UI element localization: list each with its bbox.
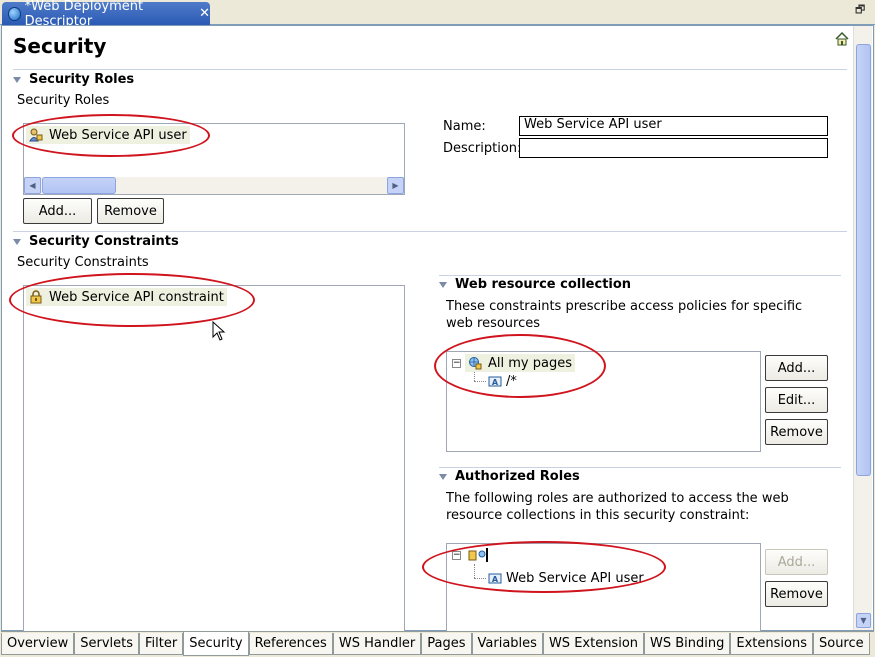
name-field[interactable]: Web Service API user [519,116,828,136]
close-icon[interactable]: ✕ [199,6,210,21]
tree-connector [474,564,475,578]
horizontal-scroll-thumb[interactable] [42,177,116,194]
name-label: Name: [443,119,486,134]
scroll-left-icon[interactable]: ◀ [24,177,41,194]
security-role-label: Web Service API user [49,127,187,143]
url-pattern-label: /* [506,373,517,389]
section-divider [13,69,847,70]
auth-constraint-icon [468,548,488,562]
home-icon[interactable] [834,31,850,47]
web-resource-remove-button[interactable]: Remove [765,419,828,445]
tab-pages[interactable]: Pages [421,633,472,655]
lock-icon [30,290,42,304]
tree-connector [474,372,475,381]
tab-ws-binding[interactable]: WS Binding [644,633,731,655]
web-resource-add-button[interactable]: Add... [765,355,828,381]
tab-security[interactable]: Security [183,632,249,656]
roles-remove-button[interactable]: Remove [97,198,164,224]
collapse-node-icon[interactable]: − [452,551,461,560]
security-roles-sublabel: Security Roles [17,93,110,108]
globe-icon [8,6,21,21]
vertical-scrollbar[interactable]: ▼ [853,26,872,630]
authorized-roles-description: The following roles are authorized to ac… [446,491,789,523]
security-constraints-section-header[interactable]: Security Constraints [13,234,179,249]
collapse-twisty-icon[interactable] [439,281,447,288]
section-divider [439,275,841,276]
tab-source[interactable]: Source [812,633,870,655]
authorized-roles-tree[interactable]: − A Web Service API user [446,543,761,631]
editor-tab[interactable]: *Web Deployment Descriptor ✕ [2,0,210,29]
url-pattern-icon: A [488,376,502,387]
restore-icon[interactable]: 🗗 [855,4,867,16]
web-resource-tree[interactable]: − All my pages A /* [446,351,761,452]
page-tab-bar: Overview Servlets Filter Security Refere… [1,631,874,657]
tab-ws-handler[interactable]: WS Handler [332,633,422,655]
mouse-cursor-icon [212,321,226,341]
collapse-node-icon[interactable]: − [452,359,461,368]
svg-text:A: A [492,378,499,387]
tab-ws-extension[interactable]: WS Extension [542,633,645,655]
security-constraint-label: Web Service API constraint [49,289,224,305]
list-item[interactable]: Web Service API user [26,126,190,144]
scroll-down-icon[interactable]: ▼ [856,613,871,628]
tab-references[interactable]: References [248,633,333,655]
collapse-twisty-icon[interactable] [13,76,21,83]
authorized-role-label: Web Service API user [506,570,644,586]
authorized-roles-add-button[interactable]: Add... [765,549,828,575]
web-collection-label: All my pages [488,355,572,371]
tree-item-role[interactable]: A Web Service API user [485,569,647,587]
editor-tab-strip: *Web Deployment Descriptor ✕ 🗗 [0,0,875,29]
tab-extensions[interactable]: Extensions [730,633,813,655]
security-constraints-sublabel: Security Constraints [17,255,149,270]
section-divider [13,231,847,232]
tab-servlets[interactable]: Servlets [74,633,139,655]
tree-item-auth-constraint[interactable] [465,546,497,564]
section-divider [439,467,841,468]
authorized-roles-remove-button[interactable]: Remove [765,581,828,607]
editor-body: Security ▼ Security Roles Security Roles… [1,25,874,631]
web-resource-edit-button[interactable]: Edit... [765,387,828,413]
tree-item-url-pattern[interactable]: A /* [485,372,520,390]
tab-overview[interactable]: Overview [1,633,75,655]
tab-variables[interactable]: Variables [471,633,543,655]
web-resource-section-header[interactable]: Web resource collection [439,277,631,292]
security-roles-section-header[interactable]: Security Roles [13,72,134,87]
vertical-scroll-thumb[interactable] [856,44,871,476]
authorized-roles-section-header[interactable]: Authorized Roles [439,469,580,484]
svg-text:A: A [492,575,499,584]
list-item[interactable]: Web Service API constraint [26,288,227,306]
tab-filter[interactable]: Filter [139,633,184,655]
url-pattern-icon: A [488,573,502,584]
description-field[interactable] [519,138,828,158]
horizontal-scrollbar[interactable]: ◀ ▶ [24,177,404,194]
security-roles-list[interactable]: Web Service API user ◀ ▶ [23,123,405,195]
collapse-twisty-icon[interactable] [13,238,21,245]
collapse-twisty-icon[interactable] [439,473,447,480]
security-role-icon [29,128,43,142]
roles-add-button[interactable]: Add... [23,198,92,224]
description-label: Description: [443,141,522,156]
page-title: Security [13,34,107,58]
scroll-right-icon[interactable]: ▶ [387,177,404,194]
web-collection-icon [469,357,482,370]
web-resource-description: These constraints prescribe access polic… [446,299,803,331]
tree-item-collection[interactable]: All my pages [465,354,575,372]
